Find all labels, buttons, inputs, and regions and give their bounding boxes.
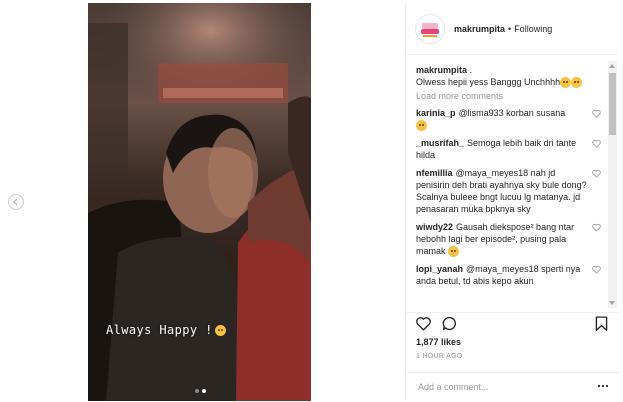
- caption-username[interactable]: makrumpita: [416, 65, 467, 75]
- scroll-down-arrow-icon[interactable]: [609, 301, 615, 305]
- caption-dot: .: [469, 65, 473, 75]
- makrumpita-logo-icon: [418, 16, 442, 41]
- comments-scrollbar[interactable]: [608, 61, 617, 308]
- more-options-icon[interactable]: [597, 383, 609, 389]
- separator: •: [508, 23, 512, 34]
- comment-username[interactable]: lopi_yanah: [416, 264, 463, 274]
- carousel-dot: [195, 389, 199, 393]
- photo-image: [88, 3, 311, 401]
- comment-item: lopi_yanah @maya_meyes18 sperti nya anda …: [416, 263, 601, 287]
- carousel-dot-active: [202, 389, 206, 393]
- bookmark-icon[interactable]: [593, 315, 610, 332]
- comment-bubble-icon[interactable]: [441, 315, 458, 332]
- smiling-emoji-icon: [448, 246, 460, 258]
- scrollbar-thumb[interactable]: [609, 73, 616, 135]
- avatar[interactable]: [415, 13, 445, 44]
- winking-emoji-icon: [214, 324, 226, 336]
- comment-username[interactable]: nfemillia: [416, 168, 453, 178]
- post-timestamp[interactable]: 1 HOUR AGO: [416, 353, 463, 360]
- comment-item: _musrifah_ Semoga lebih baik dri tante hi…: [416, 137, 601, 161]
- chevron-left-icon: [13, 198, 18, 206]
- post-header: makrumpita • Following: [406, 3, 618, 55]
- comments-list: makrumpita . Olwess hepii yess Banggg Un…: [406, 56, 619, 312]
- previous-post-button[interactable]: [8, 194, 24, 210]
- caption-overlay-text: Always Happy !: [106, 323, 213, 337]
- heart-icon[interactable]: [592, 139, 601, 148]
- post-media[interactable]: Always Happy !: [88, 3, 311, 401]
- heart-icon[interactable]: [592, 109, 601, 118]
- comment-text: @lisma933 korban susana: [458, 108, 566, 119]
- likes-count[interactable]: 1,877 likes: [416, 337, 461, 347]
- heart-icon[interactable]: [592, 223, 601, 232]
- caption-text: Olwess hepii yess Banggg Unchhhh: [416, 77, 561, 87]
- heart-icon[interactable]: [592, 265, 601, 275]
- username[interactable]: makrumpita: [454, 24, 505, 34]
- add-comment-input[interactable]: [416, 381, 590, 393]
- post-caption: makrumpita . Olwess hepii yess Banggg Un…: [416, 64, 596, 89]
- action-bar: [406, 312, 619, 337]
- grin-emoji-icon: [571, 77, 583, 89]
- load-more-comments-button[interactable]: Load more comments: [416, 91, 609, 101]
- comment-item: wiwdy22 Gausah diekspose² bang ntar heboh…: [416, 221, 601, 258]
- comment-item: karinia_p @lisma933 korban susana: [416, 107, 601, 132]
- comment-username[interactable]: wiwdy22: [416, 222, 453, 232]
- kiss-emoji-icon: [560, 77, 572, 89]
- follow-status[interactable]: Following: [514, 24, 552, 34]
- comment-username[interactable]: _musrifah_: [416, 138, 464, 148]
- comment-item: nfemillia @maya_meyes18 nah jd penisirin …: [416, 167, 601, 215]
- post-sidebar: makrumpita • Following makrumpita . Olwe…: [405, 3, 619, 402]
- laughing-emoji-icon: [416, 120, 427, 132]
- scroll-up-arrow-icon[interactable]: [609, 64, 615, 68]
- carousel-indicator: [195, 389, 206, 393]
- comment-username[interactable]: karinia_p: [416, 108, 456, 118]
- heart-icon[interactable]: [415, 315, 432, 332]
- heart-icon[interactable]: [592, 169, 601, 178]
- add-comment-section: [406, 372, 619, 402]
- story-caption: Always Happy !: [106, 323, 226, 337]
